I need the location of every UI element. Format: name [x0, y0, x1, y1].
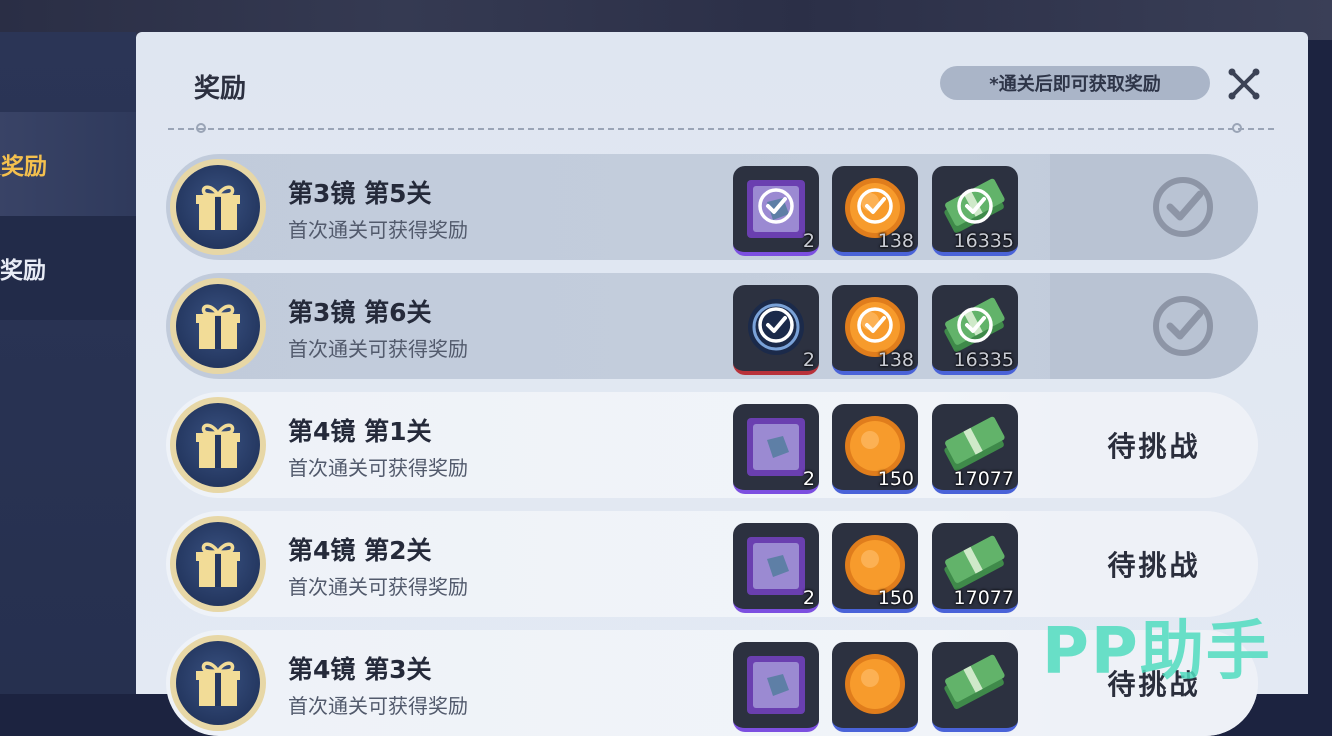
reward-count: 2 — [802, 230, 815, 252]
claimed-check-icon — [857, 188, 893, 224]
gift-badge — [170, 635, 266, 731]
reward-item[interactable]: 16335 — [932, 285, 1018, 375]
sidebar-tab-label: 关奖励 — [0, 154, 47, 180]
claimed-check-icon — [758, 188, 794, 224]
reward-count: 2 — [802, 468, 815, 490]
reward-item[interactable]: 150 — [832, 404, 918, 494]
claimed-check-icon — [957, 188, 993, 224]
reward-count: 138 — [877, 349, 914, 371]
gift-badge — [170, 516, 266, 612]
header-divider — [168, 128, 1274, 130]
gift-badge — [170, 278, 266, 374]
gift-icon — [196, 185, 240, 230]
claimed-check-icon — [857, 307, 893, 343]
sidebar: 关奖励 日奖励 — [0, 32, 136, 694]
gift-icon — [196, 661, 240, 706]
stage-subtitle: 首次通关可获得奖励 — [288, 218, 468, 242]
close-button[interactable] — [1224, 66, 1264, 102]
stage-subtitle: 首次通关可获得奖励 — [288, 575, 468, 599]
sidebar-tab-stage-rewards[interactable]: 关奖励 — [0, 112, 136, 216]
reward-item[interactable] — [832, 642, 918, 732]
reward-count: 16335 — [953, 349, 1014, 371]
reward-item[interactable]: 16335 — [932, 166, 1018, 256]
reward-row: 第4镜 第1关首次通关可获得奖励 2 150 17077 待挑战 — [166, 392, 1258, 498]
reward-count: 17077 — [953, 468, 1014, 490]
completed-check-icon — [1153, 177, 1213, 237]
hint-badge: *通关后即可获取奖励 — [940, 66, 1210, 100]
sidebar-tab-daily-rewards[interactable]: 日奖励 — [0, 216, 136, 320]
sidebar-tab-label: 日奖励 — [0, 258, 46, 284]
divider-ornament-icon — [1232, 123, 1242, 133]
reward-row: 第3镜 第6关首次通关可获得奖励 2 138 16335 — [166, 273, 1258, 379]
watermark: PP助手 — [1042, 615, 1272, 689]
panel-title: 奖励 — [194, 74, 247, 104]
reward-count: 16335 — [953, 230, 1014, 252]
reward-count: 2 — [802, 349, 815, 371]
reward-item[interactable]: 138 — [832, 166, 918, 256]
close-icon — [1228, 68, 1260, 100]
challenge-button[interactable]: 待挑战 — [1050, 392, 1258, 498]
gift-icon — [196, 423, 240, 468]
reward-item[interactable]: 17077 — [932, 523, 1018, 613]
reward-item[interactable]: 2 — [733, 285, 819, 375]
gift-badge — [170, 397, 266, 493]
reward-item[interactable]: 2 — [733, 166, 819, 256]
stage-subtitle: 首次通关可获得奖励 — [288, 694, 468, 718]
reward-item[interactable]: 138 — [832, 285, 918, 375]
rewards-panel: 奖励 *通关后即可获取奖励 第3镜 第5关 首次通关可获得奖励 2 138 16335 第… — [136, 32, 1308, 736]
gift-icon — [196, 304, 240, 349]
reward-row: 第3镜 第5关首次通关可获得奖励 2 138 16335 — [166, 154, 1258, 260]
stage-title: 第4镜 第1关 — [288, 417, 432, 446]
stage-title: 第4镜 第3关 — [288, 655, 432, 684]
claimed-check-icon — [758, 307, 794, 343]
reward-item[interactable] — [932, 642, 1018, 732]
gift-badge — [170, 159, 266, 255]
divider-ornament-icon — [196, 123, 206, 133]
stage-title: 第4镜 第2关 — [288, 536, 432, 565]
reward-item[interactable]: 2 — [733, 404, 819, 494]
reward-count: 150 — [877, 587, 914, 609]
stage-title: 第3镜 第5关 — [288, 179, 432, 208]
reward-item[interactable]: 2 — [733, 523, 819, 613]
claimed-check-icon — [957, 307, 993, 343]
stage-subtitle: 首次通关可获得奖励 — [288, 456, 468, 480]
reward-item[interactable]: 150 — [832, 523, 918, 613]
completed-check-icon — [1153, 296, 1213, 356]
gift-icon — [196, 542, 240, 587]
stage-title: 第3镜 第6关 — [288, 298, 432, 327]
reward-count: 138 — [877, 230, 914, 252]
reward-count: 150 — [877, 468, 914, 490]
reward-item[interactable] — [733, 642, 819, 732]
reward-count: 2 — [802, 587, 815, 609]
reward-count: 17077 — [953, 587, 1014, 609]
stage-subtitle: 首次通关可获得奖励 — [288, 337, 468, 361]
reward-item[interactable]: 17077 — [932, 404, 1018, 494]
